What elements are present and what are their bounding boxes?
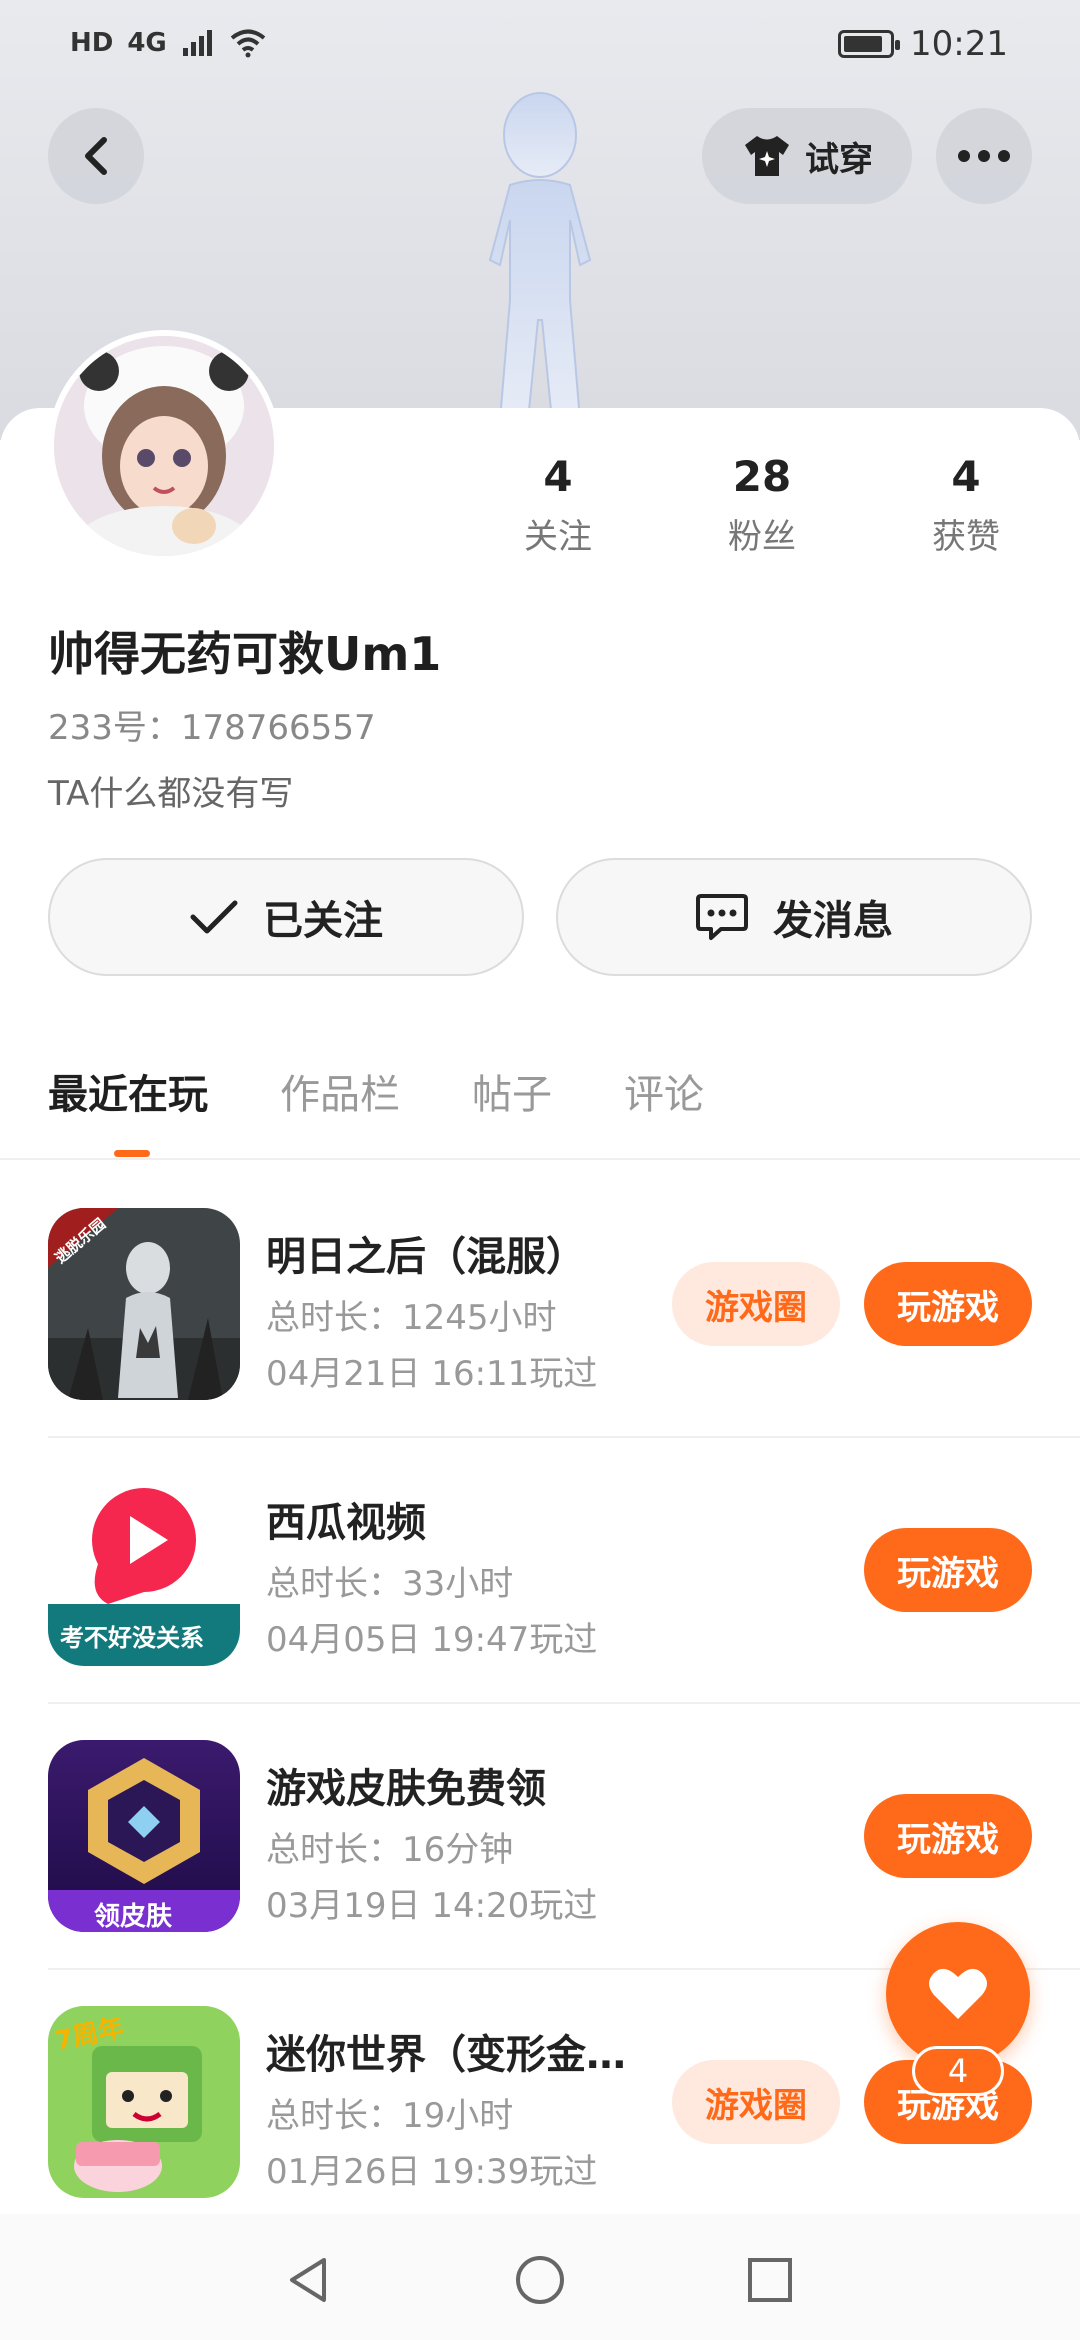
- message-label: 发消息: [773, 898, 893, 944]
- game-duration: 总时长：16分钟: [266, 1830, 514, 1870]
- game-title: 游戏皮肤免费领: [266, 1766, 546, 1812]
- game-row[interactable]: 考不好没关系 西瓜视频 总时长：33小时 04月05日 19:47玩过 玩游戏: [0, 1474, 1080, 1740]
- stat-following[interactable]: 4 关注: [478, 452, 638, 558]
- game-icon: 领皮肤: [48, 1740, 240, 1932]
- like-fab-button[interactable]: [886, 1922, 1030, 2066]
- nav-back-icon[interactable]: [280, 2252, 336, 2308]
- stat-value: 4: [951, 452, 981, 501]
- game-last-played: 04月05日 19:47玩过: [266, 1620, 598, 1660]
- game-circle-button[interactable]: 游戏圈: [672, 2060, 840, 2144]
- game-icon: 逃脱乐园: [48, 1208, 240, 1400]
- play-game-button[interactable]: 玩游戏: [864, 1262, 1032, 1346]
- followed-button[interactable]: 已关注: [48, 858, 524, 976]
- check-icon: [190, 900, 238, 934]
- back-button[interactable]: [48, 108, 144, 204]
- tab-works[interactable]: 作品栏: [280, 1062, 400, 1120]
- tab-posts[interactable]: 帖子: [472, 1062, 552, 1120]
- game-title: 西瓜视频: [266, 1500, 426, 1546]
- tabs-divider: [0, 1158, 1080, 1160]
- battery-icon: [838, 30, 901, 58]
- stat-label: 获赞: [932, 517, 1000, 557]
- active-tab-indicator: [114, 1150, 150, 1157]
- game-circle-button[interactable]: 游戏圈: [672, 1262, 840, 1346]
- game-title: 迷你世界（变形金…: [266, 2032, 626, 2078]
- game-icon: 考不好没关系: [48, 1474, 240, 1666]
- stat-label: 粉丝: [728, 517, 796, 557]
- stat-likes[interactable]: 4 获赞: [886, 452, 1046, 558]
- game-icon-badge: 领皮肤: [94, 1902, 173, 1932]
- game-last-played: 04月21日 16:11玩过: [266, 1354, 598, 1394]
- game-duration: 总时长：19小时: [266, 2096, 514, 2136]
- try-on-button[interactable]: 试穿: [702, 108, 912, 204]
- tshirt-icon: [745, 136, 789, 176]
- message-button[interactable]: 发消息: [556, 858, 1032, 976]
- row-divider: [48, 1436, 1080, 1438]
- more-dots-icon: [958, 150, 1010, 162]
- stat-value: 4: [543, 452, 573, 501]
- tab-recent-play[interactable]: 最近在玩: [48, 1062, 208, 1120]
- chat-bubble-icon: [696, 894, 748, 940]
- game-duration: 总时长：33小时: [266, 1564, 514, 1604]
- game-icon: 7周年: [48, 2006, 240, 2198]
- tab-comments[interactable]: 评论: [624, 1062, 704, 1120]
- hd-indicator: HD: [70, 28, 114, 58]
- network-type: 4G: [127, 28, 167, 58]
- game-duration: 总时长：1245小时: [266, 1298, 557, 1338]
- followed-label: 已关注: [263, 898, 383, 944]
- heart-icon: [929, 1968, 987, 2019]
- more-button[interactable]: [936, 108, 1032, 204]
- game-title: 明日之后（混服）: [266, 1234, 586, 1280]
- profile-bio: TA什么都没有写: [48, 774, 294, 814]
- play-game-button[interactable]: 玩游戏: [864, 1794, 1032, 1878]
- try-on-label: 试穿: [805, 139, 873, 180]
- clock: 10:21: [910, 24, 1008, 64]
- profile-uid: 233号：178766557: [48, 708, 376, 748]
- row-divider: [48, 1702, 1080, 1704]
- wifi-icon: [230, 29, 266, 58]
- game-row[interactable]: 逃脱乐园 明日之后（混服） 总时长：1245小时 04月21日 16:11玩过 …: [0, 1208, 1080, 1474]
- nav-recents-icon[interactable]: [742, 2252, 798, 2308]
- play-game-button[interactable]: 玩游戏: [864, 1528, 1032, 1612]
- like-count-badge: 4: [912, 2046, 1004, 2096]
- avatar[interactable]: [48, 330, 280, 562]
- system-nav-bar: [0, 2214, 1080, 2340]
- game-icon-badge: 考不好没关系: [60, 1624, 204, 1652]
- stat-value: 28: [732, 452, 792, 501]
- signal-icon: [182, 30, 212, 56]
- game-last-played: 03月19日 14:20玩过: [266, 1886, 598, 1926]
- avatar-image: [54, 336, 274, 556]
- game-last-played: 01月26日 19:39玩过: [266, 2152, 598, 2192]
- stat-label: 关注: [524, 517, 592, 557]
- avatar-3d-figure: [488, 92, 592, 420]
- stat-followers[interactable]: 28 粉丝: [682, 452, 842, 558]
- back-arrow-icon: [85, 137, 107, 175]
- status-bar: HD 4G 10:21: [0, 0, 1080, 92]
- nav-home-icon[interactable]: [512, 2252, 568, 2308]
- profile-name: 帅得无药可救Um1: [48, 627, 442, 681]
- profile-tabs: 最近在玩 作品栏 帖子 评论: [48, 1062, 704, 1120]
